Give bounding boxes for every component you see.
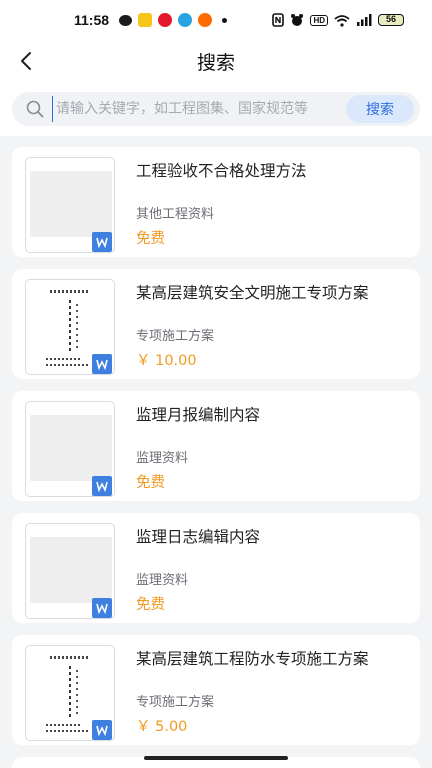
document-thumbnail xyxy=(25,645,115,741)
app-notification-icon xyxy=(138,13,153,27)
item-price: ￥ 5.00 xyxy=(136,719,188,735)
weibo-icon xyxy=(158,13,173,27)
taobao-icon xyxy=(198,13,213,27)
search-icon xyxy=(26,100,44,118)
document-thumbnail xyxy=(25,157,115,253)
status-time: 11:58 xyxy=(74,12,110,28)
status-icons: HD 56 xyxy=(272,13,404,27)
item-category: 其他工程资料 xyxy=(136,207,215,222)
more-notifications-icon xyxy=(222,17,228,23)
document-thumbnail xyxy=(25,401,115,497)
item-price: 免费 xyxy=(136,597,165,613)
item-title: 某高层建筑工程防水专项施工方案 xyxy=(136,650,369,668)
item-title: 某高层建筑安全文明施工专项方案 xyxy=(136,284,369,302)
document-thumbnail xyxy=(25,279,115,375)
word-document-icon xyxy=(92,354,112,374)
item-category: 监理资料 xyxy=(136,573,189,588)
wechat-icon xyxy=(119,14,133,26)
signal-icon xyxy=(357,14,372,26)
hd-icon: HD xyxy=(310,14,328,26)
home-indicator[interactable] xyxy=(144,756,288,760)
item-title: 监理月报编制内容 xyxy=(136,406,261,424)
nav-bar: 搜索 xyxy=(0,40,432,82)
status-bar: 11:58 HD 56 xyxy=(0,0,432,40)
alarm-icon xyxy=(291,14,304,26)
search-button[interactable]: 搜索 xyxy=(346,95,414,123)
list-item[interactable]: 某高层建筑工程防水专项施工方案 专项施工方案 ￥ 5.00 xyxy=(12,635,420,745)
wifi-icon xyxy=(334,14,350,27)
item-category: 专项施工方案 xyxy=(136,695,215,710)
item-title: 工程验收不合格处理方法 xyxy=(136,162,307,180)
nfc-icon xyxy=(272,13,285,27)
word-document-icon xyxy=(92,720,112,740)
item-category: 监理资料 xyxy=(136,451,189,466)
word-document-icon xyxy=(92,598,112,618)
search-area: 搜索 xyxy=(0,82,432,136)
item-category: 专项施工方案 xyxy=(136,329,215,344)
telegram-icon xyxy=(178,13,193,27)
item-title: 监理日志编辑内容 xyxy=(136,528,261,546)
search-bar: 搜索 xyxy=(12,92,420,126)
list-item[interactable]: 监理月报编制内容 监理资料 免费 xyxy=(12,391,420,501)
item-price: 免费 xyxy=(136,475,165,491)
word-document-icon xyxy=(92,476,112,496)
page-title: 搜索 xyxy=(196,52,235,74)
search-input[interactable] xyxy=(52,96,344,122)
list-item[interactable]: 工程验收不合格处理方法 其他工程资料 免费 xyxy=(12,147,420,257)
battery-indicator: 56 xyxy=(378,14,404,26)
item-price: 免费 xyxy=(136,231,165,247)
list-item[interactable]: 监理日志编辑内容 监理资料 免费 xyxy=(12,513,420,623)
list-item[interactable]: 某高层建筑安全文明施工专项方案 专项施工方案 ￥ 10.00 xyxy=(12,269,420,379)
word-document-icon xyxy=(92,232,112,252)
item-price: ￥ 10.00 xyxy=(136,353,197,369)
document-thumbnail xyxy=(25,523,115,619)
